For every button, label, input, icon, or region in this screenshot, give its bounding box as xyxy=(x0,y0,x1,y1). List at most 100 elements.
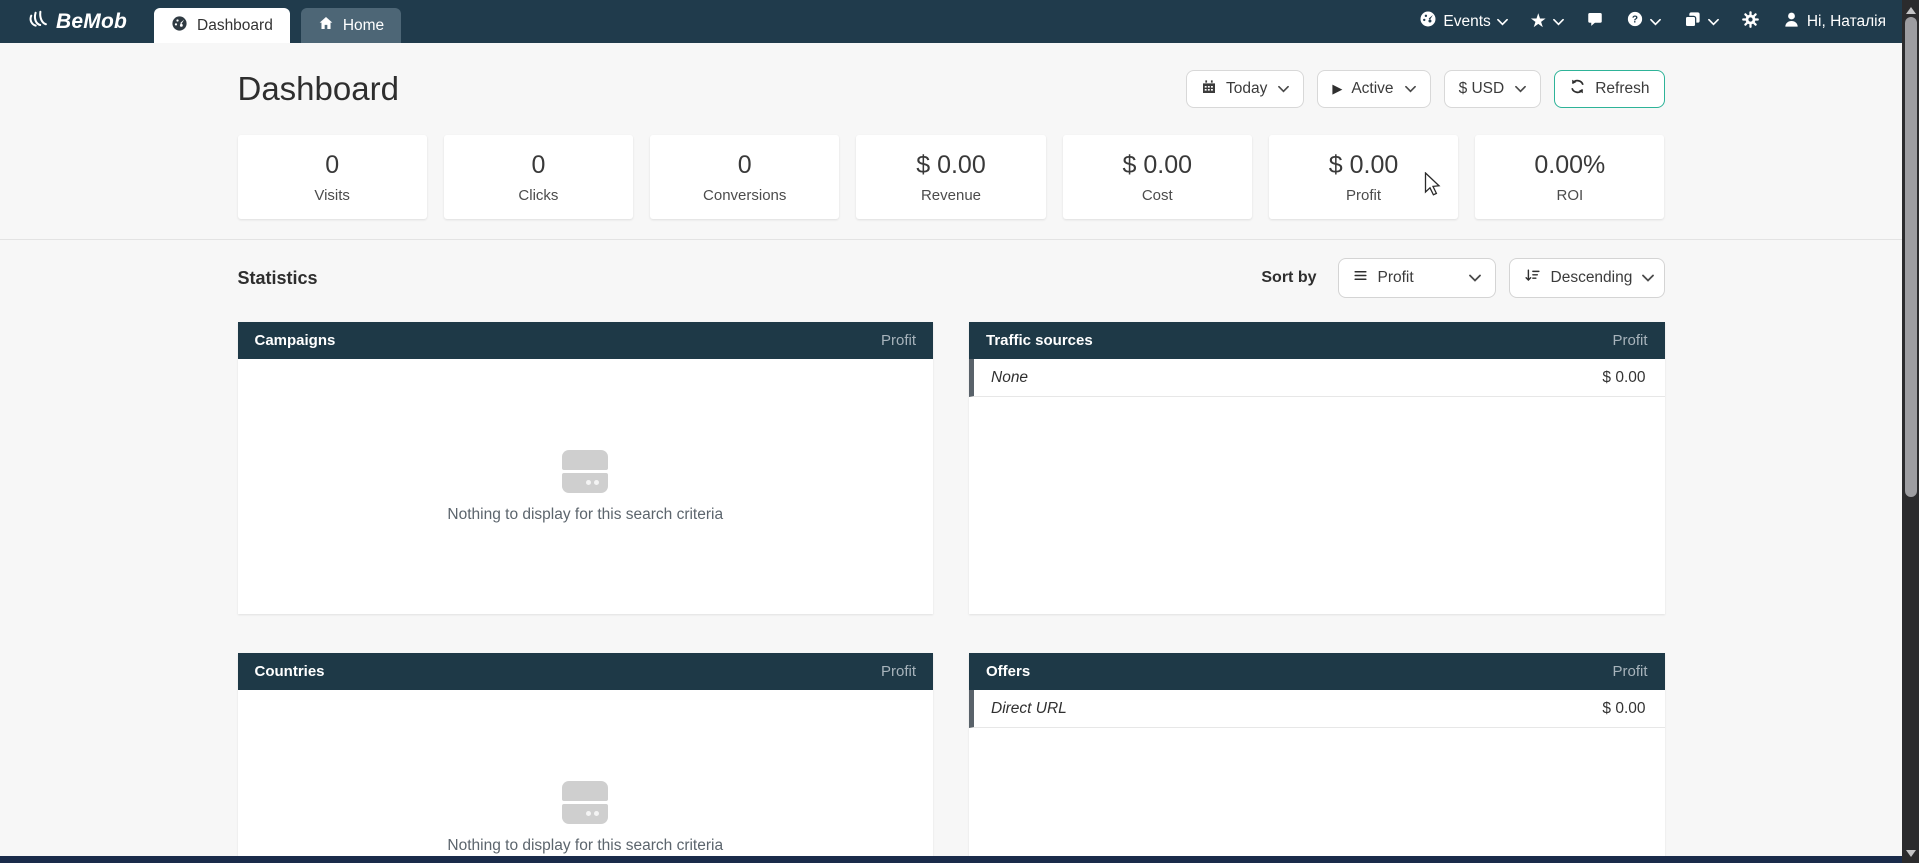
chevron-down-icon xyxy=(1553,18,1564,26)
row-value: $ 0.00 xyxy=(1602,369,1645,387)
bemob-logo[interactable]: BeMob xyxy=(0,0,154,43)
card-roi: 0.00% ROI xyxy=(1475,135,1664,219)
tab-dashboard-label: Dashboard xyxy=(197,17,273,35)
play-icon: ▶ xyxy=(1332,81,1342,97)
star-icon: ★ xyxy=(1530,12,1547,31)
chevron-down-icon xyxy=(1708,18,1719,26)
card-label: Clicks xyxy=(518,187,558,204)
panel-rows: None $ 0.00 xyxy=(969,359,1665,614)
brand-text: BeMob xyxy=(56,10,127,34)
panel-title: Countries xyxy=(255,663,325,680)
bemob-app: BeMob Dashboard xyxy=(0,0,1919,863)
scrollbar-thumb[interactable] xyxy=(1905,17,1917,497)
refresh-icon xyxy=(1569,78,1586,100)
panel-metric-label: Profit xyxy=(881,663,916,680)
gauge-icon xyxy=(171,15,188,37)
date-range-label: Today xyxy=(1226,80,1267,98)
card-conversions: 0 Conversions xyxy=(650,135,839,219)
tab-dashboard[interactable]: Dashboard xyxy=(154,8,290,43)
card-value: $ 0.00 xyxy=(916,151,986,180)
windows-stack-icon xyxy=(1683,10,1702,34)
card-value: 0.00% xyxy=(1534,151,1605,180)
help-menu[interactable]: ? xyxy=(1626,10,1661,33)
panel-title: Campaigns xyxy=(255,332,336,349)
panel-campaigns: Campaigns Profit Nothing to display for … xyxy=(238,322,934,614)
page-header: Dashboard Today ▶ Active xyxy=(238,43,1665,111)
card-value: 0 xyxy=(738,151,752,180)
workspaces-menu[interactable] xyxy=(1683,10,1719,34)
currency-label: $ USD xyxy=(1459,80,1505,98)
empty-server-icon xyxy=(562,781,608,824)
card-label: Profit xyxy=(1346,187,1381,204)
sort-field-value: Profit xyxy=(1378,269,1414,287)
table-row[interactable]: Direct URL $ 0.00 xyxy=(969,690,1665,728)
help-icon: ? xyxy=(1626,10,1644,33)
currency-button[interactable]: $ USD xyxy=(1444,70,1542,108)
row-name: None xyxy=(991,369,1028,387)
card-clicks: 0 Clicks xyxy=(444,135,633,219)
mouse-cursor xyxy=(1424,172,1446,203)
panel-empty-state: Nothing to display for this search crite… xyxy=(238,690,934,863)
refresh-button[interactable]: Refresh xyxy=(1554,70,1664,108)
calendar-icon xyxy=(1201,79,1217,100)
section-divider xyxy=(0,239,1902,240)
tab-home[interactable]: Home xyxy=(301,8,401,43)
favorites-menu[interactable]: ★ xyxy=(1530,12,1564,31)
settings-button[interactable] xyxy=(1741,10,1760,34)
card-visits: 0 Visits xyxy=(238,135,427,219)
gear-icon xyxy=(1741,10,1760,34)
panel-metric-label: Profit xyxy=(1612,332,1647,349)
navbar-right: Events ★ xyxy=(1419,0,1902,43)
panel-header: Offers Profit xyxy=(969,653,1665,690)
panel-rows: Direct URL $ 0.00 xyxy=(969,690,1665,863)
chevron-down-icon xyxy=(1515,85,1526,93)
panel-title: Offers xyxy=(986,663,1030,680)
chevron-down-icon xyxy=(1405,85,1416,93)
scroll-down-arrow[interactable] xyxy=(1902,845,1919,861)
row-name: Direct URL xyxy=(991,700,1067,718)
table-row[interactable]: None $ 0.00 xyxy=(969,359,1665,397)
card-revenue: $ 0.00 Revenue xyxy=(856,135,1045,219)
status-filter-label: Active xyxy=(1351,80,1393,98)
chat-button[interactable] xyxy=(1586,10,1604,33)
date-range-button[interactable]: Today xyxy=(1186,70,1304,108)
card-value: 0 xyxy=(325,151,339,180)
user-menu[interactable]: Hi, Наталія xyxy=(1782,10,1886,34)
card-label: ROI xyxy=(1556,187,1583,204)
chat-icon xyxy=(1586,10,1604,33)
sort-descending-icon xyxy=(1524,267,1541,289)
events-label: Events xyxy=(1443,13,1490,31)
sort-field-select[interactable]: Profit xyxy=(1338,258,1496,298)
panel-header: Countries Profit xyxy=(238,653,934,690)
scroll-up-arrow[interactable] xyxy=(1902,2,1919,18)
navbar-tabs: Dashboard Home xyxy=(154,0,401,43)
user-greeting: Hi, Наталія xyxy=(1807,13,1886,31)
chevron-down-icon xyxy=(1278,85,1289,93)
chevron-down-icon xyxy=(1497,18,1508,26)
events-gauge-icon xyxy=(1419,10,1437,33)
empty-state-text: Nothing to display for this search crite… xyxy=(447,837,723,855)
empty-state-text: Nothing to display for this search crite… xyxy=(447,506,723,524)
panel-traffic-sources: Traffic sources Profit None $ 0.00 xyxy=(969,322,1665,614)
status-filter-button[interactable]: ▶ Active xyxy=(1317,70,1430,108)
panel-metric-label: Profit xyxy=(881,332,916,349)
empty-server-icon xyxy=(562,450,608,493)
card-label: Revenue xyxy=(921,187,981,204)
panel-empty-state: Nothing to display for this search crite… xyxy=(238,359,934,614)
sort-direction-select[interactable]: Descending xyxy=(1509,258,1665,298)
refresh-label: Refresh xyxy=(1595,80,1649,98)
card-label: Visits xyxy=(314,187,350,204)
statistics-panels: Campaigns Profit Nothing to display for … xyxy=(238,322,1665,863)
sort-by-label: Sort by xyxy=(1261,269,1316,287)
events-menu[interactable]: Events xyxy=(1419,10,1507,33)
vertical-scrollbar[interactable] xyxy=(1902,0,1919,863)
row-value: $ 0.00 xyxy=(1602,700,1645,718)
sort-direction-value: Descending xyxy=(1551,269,1633,287)
chevron-down-icon xyxy=(1650,18,1661,26)
tab-home-label: Home xyxy=(343,17,384,35)
top-navbar: BeMob Dashboard xyxy=(0,0,1902,43)
panel-countries: Countries Profit Nothing to display for … xyxy=(238,653,934,863)
chevron-down-icon xyxy=(1642,274,1654,282)
user-icon xyxy=(1782,10,1801,34)
card-label: Conversions xyxy=(703,187,786,204)
